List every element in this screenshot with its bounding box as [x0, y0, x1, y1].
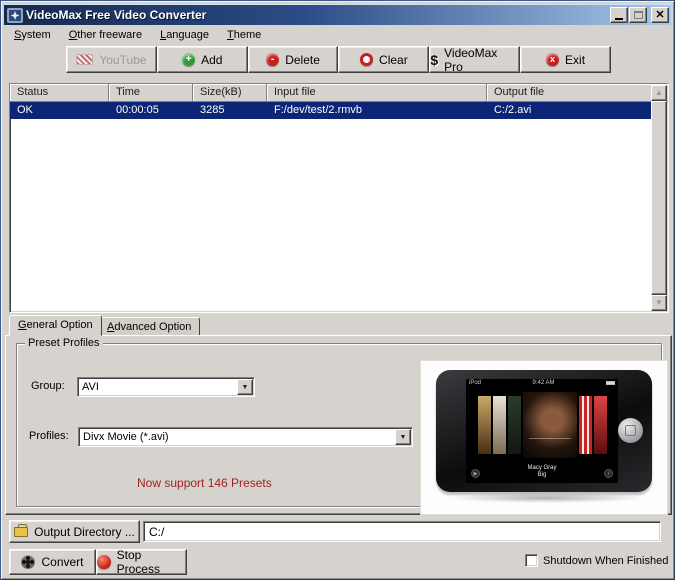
column-header-size[interactable]: Size(kB) [193, 84, 267, 102]
shutdown-option: Shutdown When Finished [525, 554, 668, 567]
cell-input-file: F:/dev/test/2.rmvb [274, 104, 363, 116]
general-option-panel: Preset Profiles Group: AVI ▼ Profiles: D… [5, 335, 672, 515]
cell-size: 3285 [200, 104, 225, 116]
minimize-button[interactable] [610, 7, 628, 23]
file-list: Status Time Size(kB) Input file Output f… [9, 83, 669, 313]
clear-button[interactable]: Clear [338, 46, 430, 73]
maximize-button[interactable] [629, 7, 647, 23]
menu-language[interactable]: Language [151, 27, 218, 43]
coverflow [466, 389, 618, 461]
close-icon: ✕ [655, 9, 665, 21]
album-cover [492, 396, 506, 454]
toolbar: YouTube + Add - Delete Clear $ VideoMax … [66, 46, 611, 74]
output-path-field[interactable]: C:/ [143, 521, 661, 542]
output-path-value: C:/ [149, 524, 165, 539]
album-cover [507, 396, 521, 454]
scrollbar-down-icon[interactable]: ▼ [651, 295, 667, 311]
album-cover [477, 396, 491, 454]
convert-button[interactable]: Convert [9, 549, 96, 575]
youtube-icon [76, 54, 94, 65]
exit-circle-icon: x [546, 53, 560, 66]
home-button-icon [618, 418, 643, 443]
app-icon [7, 7, 23, 23]
menu-system[interactable]: System [5, 27, 60, 43]
scrollbar-thumb[interactable] [651, 101, 667, 295]
output-directory-button[interactable]: Output Directory ... [9, 520, 140, 543]
chevron-down-icon[interactable]: ▼ [395, 429, 411, 445]
menu-other-freeware[interactable]: Other freeware [60, 27, 151, 43]
group-label: Group: [31, 380, 65, 392]
ipod-status-label: iPod [469, 380, 482, 386]
exit-button[interactable]: x Exit [520, 46, 611, 73]
cell-output-file: C:/2.avi [494, 104, 532, 116]
shutdown-checkbox[interactable] [525, 554, 538, 567]
dollar-icon: $ [430, 51, 439, 68]
folder-icon [14, 523, 29, 537]
info-icon: i [604, 469, 613, 478]
menu-bar: System Other freeware Language Theme [5, 26, 670, 44]
ipod-status-time: 9:42 AM [532, 380, 555, 386]
device-shadow [446, 493, 646, 503]
shutdown-label: Shutdown When Finished [543, 554, 669, 567]
file-list-row-selected[interactable]: OK 00:00:05 3285 F:/dev/test/2.rmvb C:/2… [10, 102, 652, 119]
close-button[interactable]: ✕ [651, 7, 669, 23]
album-cover [593, 396, 607, 454]
battery-icon [606, 381, 615, 385]
vertical-scrollbar[interactable]: ▲ ▼ [651, 85, 667, 311]
column-header-time[interactable]: Time [109, 84, 193, 102]
ipod-screen: iPod 9:42 AM Macy Gray Big ▶ i [466, 379, 618, 483]
ipod-device: iPod 9:42 AM Macy Gray Big ▶ i [436, 370, 652, 492]
group-dropdown[interactable]: AVI ▼ [77, 377, 255, 397]
groupbox-label: Preset Profiles [25, 337, 103, 349]
preset-profiles-groupbox: Preset Profiles Group: AVI ▼ Profiles: D… [16, 337, 668, 515]
titlebar[interactable]: VideoMax Free Video Converter ✕ [4, 4, 671, 25]
profiles-dropdown-value: Divx Movie (*.avi) [83, 431, 169, 443]
menu-theme[interactable]: Theme [218, 27, 270, 43]
album-cover-center [522, 392, 577, 458]
clear-circle-icon [360, 53, 374, 66]
tab-advanced-option[interactable]: Advanced Option [98, 317, 201, 336]
ipod-product-image: iPod 9:42 AM Macy Gray Big ▶ i [420, 360, 668, 515]
videomax-pro-button[interactable]: $ VideoMax Pro [429, 46, 521, 74]
presets-count-note: Now support 146 Presets [137, 476, 272, 490]
group-dropdown-value: AVI [82, 381, 99, 393]
window-title: VideoMax Free Video Converter [26, 8, 207, 22]
chevron-down-icon[interactable]: ▼ [237, 379, 253, 395]
minimize-icon [615, 18, 623, 20]
youtube-button[interactable]: YouTube [66, 46, 157, 73]
profiles-dropdown[interactable]: Divx Movie (*.avi) ▼ [78, 427, 413, 447]
red-stop-icon [97, 555, 111, 569]
cell-status: OK [17, 104, 33, 116]
column-header-status[interactable]: Status [10, 84, 109, 102]
play-icon: ▶ [471, 469, 480, 478]
scrollbar-up-icon[interactable]: ▲ [651, 85, 667, 101]
album-cover [578, 396, 592, 454]
column-header-output-file[interactable]: Output file [487, 84, 668, 102]
minus-circle-icon: - [266, 53, 280, 66]
cell-time: 00:00:05 [116, 104, 159, 116]
delete-button[interactable]: - Delete [247, 46, 339, 73]
add-button[interactable]: + Add [156, 46, 248, 73]
column-header-input-file[interactable]: Input file [267, 84, 487, 102]
plus-circle-icon: + [182, 53, 196, 66]
app-window: VideoMax Free Video Converter ✕ System O… [0, 0, 675, 580]
stop-process-button[interactable]: Stop Process [96, 548, 187, 576]
film-reel-icon [21, 555, 36, 569]
album-caption: Macy Gray Big [527, 465, 557, 478]
maximize-icon [633, 11, 643, 19]
profiles-label: Profiles: [29, 430, 69, 442]
tab-general-option[interactable]: General Option [9, 315, 102, 336]
file-list-header: Status Time Size(kB) Input file Output f… [10, 84, 668, 102]
